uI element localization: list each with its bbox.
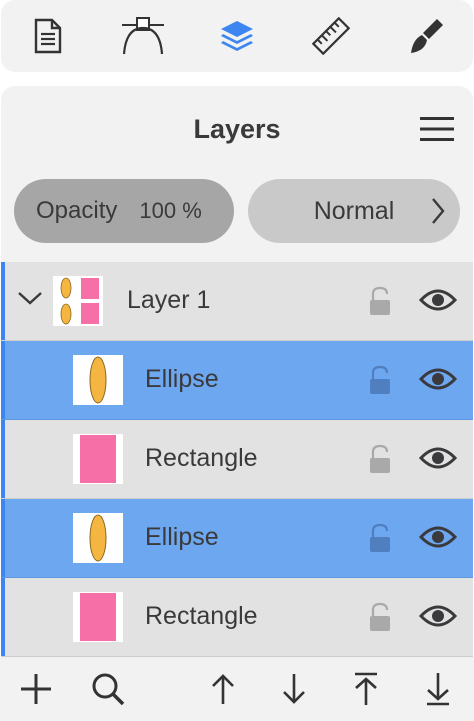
brush-icon bbox=[410, 19, 443, 53]
layers-panel: Layers Opacity 100 % Normal Layer 1 Elli… bbox=[1, 86, 473, 721]
chevron-right-icon bbox=[432, 198, 445, 224]
layer-thumbnail bbox=[53, 276, 103, 326]
search-layers-button[interactable] bbox=[90, 671, 126, 707]
layer-name: Layer 1 bbox=[127, 286, 211, 314]
layer-thumbnail bbox=[73, 434, 123, 484]
layer-row-rectangle[interactable]: Rectangle bbox=[1, 578, 473, 657]
layers-icon bbox=[220, 21, 253, 51]
ellipse-thumbnail-icon bbox=[89, 514, 107, 562]
search-icon bbox=[92, 673, 125, 706]
layers-tool-button[interactable] bbox=[211, 10, 263, 62]
layers-list: Layer 1 Ellipse Rectangle Ellipse Rectan… bbox=[1, 262, 473, 657]
layer-row-rectangle[interactable]: Rectangle bbox=[1, 420, 473, 499]
layer-name: Ellipse bbox=[145, 523, 219, 551]
rectangle-thumbnail-icon bbox=[80, 593, 116, 641]
move-to-bottom-button[interactable] bbox=[420, 671, 456, 707]
add-icon bbox=[21, 674, 51, 704]
panel-title: Layers bbox=[193, 114, 281, 144]
layer-thumbnail bbox=[73, 513, 123, 563]
bezier-tool-button[interactable] bbox=[117, 10, 169, 62]
eye-icon[interactable] bbox=[419, 446, 457, 470]
lock-icon[interactable] bbox=[369, 523, 391, 553]
layer-thumbnail bbox=[73, 355, 123, 405]
bezier-pen-icon bbox=[121, 17, 164, 55]
eye-icon[interactable] bbox=[419, 288, 457, 312]
top-toolbar bbox=[1, 0, 473, 72]
lock-icon[interactable] bbox=[369, 444, 391, 474]
move-to-top-button[interactable] bbox=[348, 671, 384, 707]
move-down-button[interactable] bbox=[276, 671, 312, 707]
layer-thumbnail bbox=[73, 592, 123, 642]
opacity-label: Opacity bbox=[36, 197, 118, 224]
layer-name: Rectangle bbox=[145, 602, 258, 630]
blend-mode-value: Normal bbox=[313, 196, 395, 225]
chevron-down-icon[interactable] bbox=[17, 290, 43, 306]
opacity-value: 100 % bbox=[139, 198, 202, 223]
layer-name: Rectangle bbox=[145, 444, 258, 472]
layer-row-ellipse[interactable]: Ellipse bbox=[1, 341, 473, 420]
ruler-tool-button[interactable] bbox=[305, 10, 357, 62]
opacity-control[interactable]: Opacity 100 % bbox=[14, 179, 234, 243]
lock-icon[interactable] bbox=[369, 286, 391, 316]
layer-row-ellipse[interactable]: Ellipse bbox=[1, 499, 473, 578]
move-down-icon bbox=[283, 674, 305, 704]
move-to-top-icon bbox=[355, 672, 377, 705]
ellipse-thumbnail-icon bbox=[89, 356, 107, 404]
add-layer-button[interactable] bbox=[18, 671, 54, 707]
group-thumbnail-icon bbox=[60, 277, 99, 325]
panel-menu-button[interactable] bbox=[419, 114, 455, 144]
layers-app: Layers Opacity 100 % Normal Layer 1 Elli… bbox=[0, 0, 474, 721]
ruler-icon bbox=[312, 17, 351, 55]
bottom-toolbar bbox=[0, 657, 474, 721]
rectangle-thumbnail-icon bbox=[80, 435, 116, 483]
layer-name: Ellipse bbox=[145, 365, 219, 393]
blend-mode-select[interactable]: Normal bbox=[248, 179, 460, 243]
brush-tool-button[interactable] bbox=[400, 10, 452, 62]
hamburger-menu-icon bbox=[420, 117, 454, 141]
eye-icon[interactable] bbox=[419, 604, 457, 628]
document-tool-button[interactable] bbox=[22, 10, 74, 62]
lock-icon[interactable] bbox=[369, 365, 391, 395]
eye-icon[interactable] bbox=[419, 367, 457, 391]
eye-icon[interactable] bbox=[419, 525, 457, 549]
lock-icon[interactable] bbox=[369, 602, 391, 632]
move-up-button[interactable] bbox=[205, 671, 241, 707]
move-to-bottom-icon bbox=[427, 673, 449, 706]
layer-row-group[interactable]: Layer 1 bbox=[1, 262, 473, 341]
document-icon bbox=[34, 18, 62, 54]
move-up-icon bbox=[212, 674, 234, 704]
